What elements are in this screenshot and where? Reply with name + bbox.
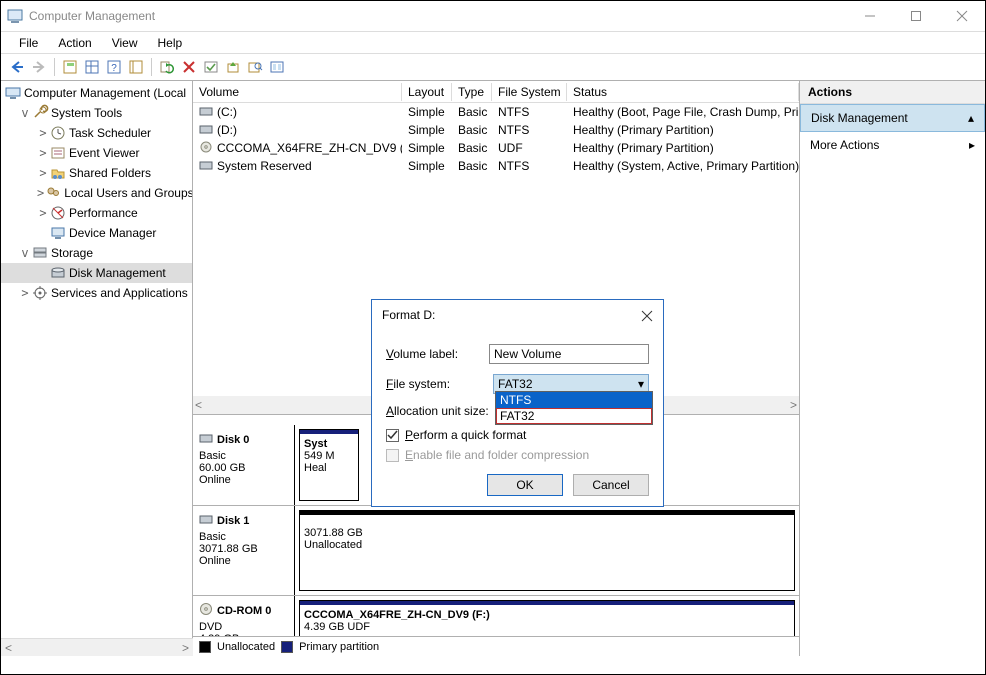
menu-file[interactable]: File <box>9 34 48 52</box>
menu-bar: File Action View Help <box>1 31 985 53</box>
dropdown-option-fat32[interactable]: FAT32 <box>496 408 652 424</box>
label-file-system: File system: <box>386 377 493 391</box>
services-icon <box>32 285 48 301</box>
legend-swatch-primary <box>281 641 293 653</box>
titlebar: Computer Management <box>1 1 985 31</box>
tree-services-apps[interactable]: > Services and Applications <box>1 283 192 303</box>
toolbar: ? <box>1 53 985 81</box>
disk-row-cdrom: CD-ROM 0 DVD4.39 GB CCCOMA_X64FRE_ZH-CN_… <box>193 595 799 636</box>
tools-icon <box>32 105 48 121</box>
actions-item-more[interactable]: More Actions▸ <box>800 132 985 158</box>
label-volume-label: Volume label: <box>386 347 489 361</box>
svg-text:?: ? <box>111 63 117 74</box>
volume-row[interactable]: CCCOMA_X64FRE_ZH-CN_DV9 (F:) SimpleBasic… <box>193 139 799 157</box>
volume-label-input[interactable] <box>489 344 649 364</box>
cd-icon <box>199 140 213 157</box>
minimize-button[interactable] <box>847 1 893 31</box>
tree-local-users[interactable]: >Local Users and Groups <box>1 183 192 203</box>
back-button[interactable] <box>7 57 27 77</box>
disk-icon <box>199 123 213 138</box>
disk0-partition-system[interactable]: Syst549 MHeal <box>299 429 359 501</box>
tree-device-manager[interactable]: Device Manager <box>1 223 192 243</box>
cancel-button[interactable]: Cancel <box>573 474 649 496</box>
dialog-close-button[interactable] <box>635 304 659 328</box>
tree-performance[interactable]: >Performance <box>1 203 192 223</box>
volume-list-header: Volume Layout Type File System Status <box>193 81 799 103</box>
show-hide-tree-button[interactable] <box>60 57 80 77</box>
label-allocation-unit: Allocation unit size: <box>386 404 496 418</box>
content-area: Computer Management (Local v System Tool… <box>1 81 985 656</box>
app-icon <box>7 8 23 24</box>
disk-icon <box>199 512 213 529</box>
menu-action[interactable]: Action <box>48 34 101 52</box>
volume-row[interactable]: (C:) SimpleBasicNTFSHealthy (Boot, Page … <box>193 103 799 121</box>
toolbar-icon-last[interactable] <box>267 57 287 77</box>
disk-1-name: Disk 1 <box>217 515 249 527</box>
clock-icon <box>50 125 66 141</box>
col-type[interactable]: Type <box>452 83 492 101</box>
toolbar-check-button[interactable] <box>201 57 221 77</box>
maximize-button[interactable] <box>893 1 939 31</box>
checkbox-compression: Enable file and folder compression <box>386 448 649 462</box>
checkbox-quick-format[interactable]: Perform a quick format <box>386 428 649 442</box>
dialog-title: Format D: <box>372 300 663 330</box>
dropdown-option-ntfs[interactable]: NTFS <box>496 392 652 408</box>
col-layout[interactable]: Layout <box>402 83 452 101</box>
storage-icon <box>32 245 48 261</box>
disk-icon <box>199 431 213 448</box>
menu-help[interactable]: Help <box>148 34 193 52</box>
actions-item-disk-management[interactable]: Disk Management▴ <box>800 104 985 132</box>
toolbar-icon-4[interactable] <box>126 57 146 77</box>
menu-view[interactable]: View <box>102 34 148 52</box>
forward-button[interactable] <box>29 57 49 77</box>
tree-event-viewer[interactable]: >Event Viewer <box>1 143 192 163</box>
shared-folder-icon <box>50 165 66 181</box>
delete-button[interactable] <box>179 57 199 77</box>
tree-shared-folders[interactable]: >Shared Folders <box>1 163 192 183</box>
tree-root[interactable]: Computer Management (Local <box>1 83 192 103</box>
legend: Unallocated Primary partition <box>193 636 799 656</box>
cdrom-partition[interactable]: CCCOMA_X64FRE_ZH-CN_DV9 (F:)4.39 GB UDF <box>299 600 795 636</box>
cdrom-name: CD-ROM 0 <box>217 605 271 617</box>
col-filesystem[interactable]: File System <box>492 83 567 101</box>
disk-0-name: Disk 0 <box>217 434 249 446</box>
tree-task-scheduler[interactable]: >Task Scheduler <box>1 123 192 143</box>
refresh-button[interactable] <box>157 57 177 77</box>
disk-row-1: Disk 1 Basic3071.88 GBOnline 3071.88 GBU… <box>193 505 799 595</box>
window-title: Computer Management <box>29 9 847 23</box>
disk1-partition-unallocated[interactable]: 3071.88 GBUnallocated <box>299 510 795 591</box>
help-button[interactable]: ? <box>104 57 124 77</box>
disk-icon <box>199 105 213 120</box>
tree-pane: Computer Management (Local v System Tool… <box>1 81 193 656</box>
volume-row[interactable]: (D:) SimpleBasicNTFSHealthy (Primary Par… <box>193 121 799 139</box>
close-button[interactable] <box>939 1 985 31</box>
legend-swatch-unallocated <box>199 641 211 653</box>
col-volume[interactable]: Volume <box>193 83 402 101</box>
actions-pane: Actions Disk Management▴ More Actions▸ <box>799 81 985 656</box>
chevron-down-icon: ▾ <box>638 377 644 391</box>
device-icon <box>50 225 66 241</box>
app-window: Computer Management File Action View Hel… <box>0 0 986 675</box>
disk-icon <box>199 159 213 174</box>
caret-right-icon: ▸ <box>969 138 975 152</box>
tree-storage[interactable]: v Storage <box>1 243 192 263</box>
actions-header: Actions <box>800 81 985 104</box>
toolbar-up-button[interactable] <box>223 57 243 77</box>
properties-button[interactable] <box>82 57 102 77</box>
file-system-dropdown: NTFS FAT32 <box>495 391 653 425</box>
col-status[interactable]: Status <box>567 83 799 101</box>
disk-mgmt-icon <box>50 265 66 281</box>
cd-icon <box>199 602 213 619</box>
ok-button[interactable]: OK <box>487 474 563 496</box>
toolbar-find-button[interactable] <box>245 57 265 77</box>
tree-system-tools[interactable]: v System Tools <box>1 103 192 123</box>
event-icon <box>50 145 66 161</box>
computer-icon <box>5 85 21 101</box>
tree-disk-management[interactable]: Disk Management <box>1 263 192 283</box>
caret-up-icon: ▴ <box>968 111 974 125</box>
users-icon <box>45 185 61 201</box>
tree-scrollbar[interactable]: <> <box>1 638 193 656</box>
volume-row[interactable]: System Reserved SimpleBasicNTFSHealthy (… <box>193 157 799 175</box>
performance-icon <box>50 205 66 221</box>
